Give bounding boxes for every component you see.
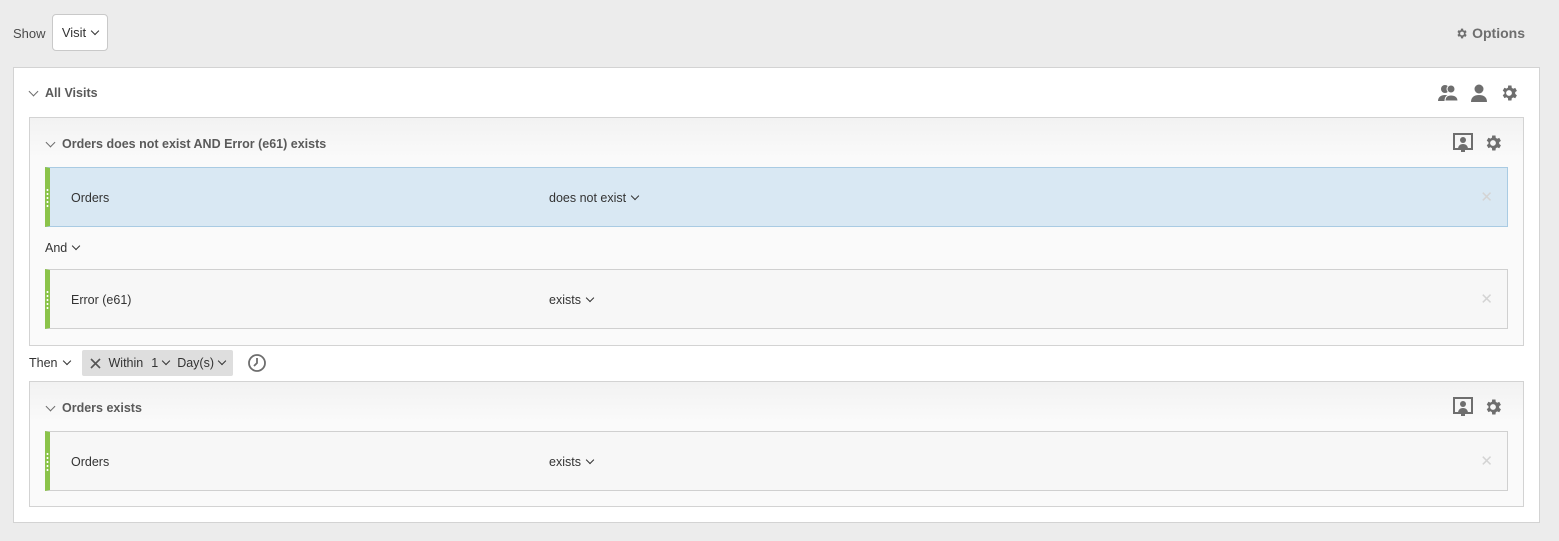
container-header-icons — [1453, 397, 1503, 417]
rule-orders-exists[interactable]: Orders exists ✕ — [45, 431, 1508, 491]
chevron-down-icon — [90, 26, 100, 35]
within-operator[interactable]: Within — [109, 356, 144, 370]
then-label: Then — [29, 356, 58, 370]
drag-handle[interactable] — [46, 290, 49, 310]
toolbar: Show Visit Options — [0, 0, 1559, 64]
options-button[interactable]: Options — [1455, 25, 1525, 41]
sequence-row: Then Within 1 Day(s) — [29, 350, 267, 376]
container-header-icons — [1453, 133, 1503, 153]
chevron-down-icon — [72, 241, 81, 251]
close-icon[interactable]: ✕ — [1480, 188, 1493, 206]
logic-operator-label: And — [45, 241, 68, 255]
drag-handle[interactable] — [46, 188, 49, 208]
rule-operator-dropdown[interactable]: exists — [549, 455, 595, 469]
container-type-icon[interactable] — [1453, 397, 1473, 417]
chevron-down-icon[interactable] — [45, 401, 56, 411]
rule-operator-dropdown[interactable]: does not exist — [549, 191, 640, 205]
rule-operator-dropdown[interactable]: exists — [549, 293, 595, 307]
container-title: Orders exists — [62, 401, 142, 415]
people-icon[interactable] — [1437, 83, 1459, 103]
gear-icon[interactable] — [1499, 83, 1519, 103]
rule-operator-label: does not exist — [549, 191, 627, 205]
chevron-down-icon — [585, 455, 595, 465]
gear-icon — [1457, 28, 1467, 38]
drag-handle[interactable] — [46, 452, 49, 472]
within-count-dropdown[interactable]: 1 — [151, 356, 171, 370]
rule-operator-label: exists — [549, 293, 581, 307]
rule-orders-not-exist[interactable]: Orders does not exist ✕ — [45, 167, 1508, 227]
close-icon[interactable] — [89, 357, 101, 369]
segment-header[interactable]: All Visits — [28, 86, 98, 100]
options-label: Options — [1472, 25, 1525, 41]
show-label: Show — [13, 26, 46, 41]
person-icon[interactable] — [1469, 83, 1489, 103]
rule-name: Orders — [71, 455, 110, 469]
chevron-down-icon[interactable] — [45, 137, 56, 147]
container-1: Orders does not exist AND Error (e61) ex… — [29, 117, 1524, 346]
rule-error-exists[interactable]: Error (e61) exists ✕ — [45, 269, 1508, 329]
then-dropdown[interactable]: Then — [29, 356, 71, 370]
gear-icon[interactable] — [1483, 397, 1503, 417]
segment-definition: All Visits Orders does not exist AND Err… — [13, 67, 1540, 523]
container-title: Orders does not exist AND Error (e61) ex… — [62, 137, 327, 151]
show-select[interactable]: Visit — [52, 14, 108, 51]
close-icon[interactable]: ✕ — [1480, 452, 1493, 470]
close-icon[interactable]: ✕ — [1480, 290, 1493, 308]
logic-operator-dropdown[interactable]: And — [45, 241, 81, 255]
rule-name: Error (e61) — [71, 293, 132, 307]
container-2: Orders exists Orders exists ✕ — [29, 381, 1524, 507]
within-restriction: Within 1 Day(s) — [81, 350, 233, 376]
container-header[interactable]: Orders does not exist AND Error (e61) ex… — [45, 137, 327, 151]
show-select-value: Visit — [61, 25, 87, 40]
gear-icon[interactable] — [1483, 133, 1503, 153]
container-header[interactable]: Orders exists — [45, 401, 142, 415]
rule-name: Orders — [71, 191, 110, 205]
chevron-down-icon — [585, 293, 595, 303]
within-count: 1 — [151, 356, 159, 370]
chevron-down-icon — [161, 356, 171, 366]
chevron-down-icon — [630, 191, 640, 201]
clock-icon[interactable] — [247, 353, 267, 373]
rule-operator-label: exists — [549, 455, 581, 469]
within-unit: Day(s) — [177, 356, 214, 370]
chevron-down-icon — [217, 356, 227, 366]
within-unit-dropdown[interactable]: Day(s) — [177, 356, 227, 370]
container-type-icon[interactable] — [1453, 133, 1473, 153]
chevron-down-icon[interactable] — [28, 86, 39, 96]
chevron-down-icon — [62, 356, 71, 366]
segment-header-icons — [1437, 83, 1519, 103]
within-label: Within — [108, 356, 144, 370]
segment-title: All Visits — [45, 86, 98, 100]
